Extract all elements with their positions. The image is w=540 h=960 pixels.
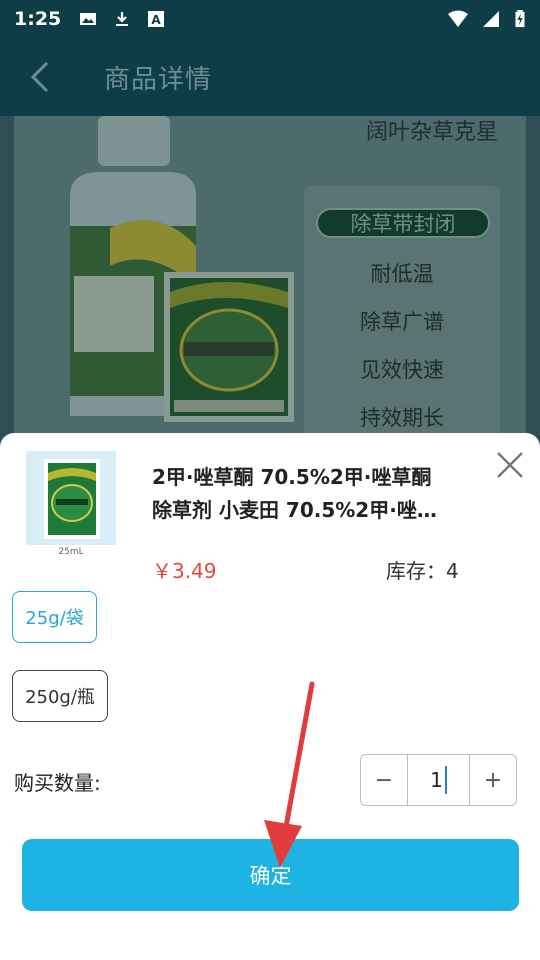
spec-option-250g[interactable]: 250g/瓶 [12,670,108,722]
feature-item: 耐低温 [370,262,434,286]
spec-selection-sheet: 25mL 2甲·唑草酮 70.5%2甲·唑草酮 除草剂 小麦田 70.5%2甲·… [0,433,540,960]
svg-text:A: A [152,13,162,27]
product-name: 2甲·唑草酮 70.5%2甲·唑草酮 除草剂 小麦田 70.5%2甲·唑… [152,461,472,527]
quantity-value: 1 [430,768,443,792]
feature-item: 持效期长 [360,406,444,430]
status-bar: 1:25 A [0,0,540,38]
hero-headline: 阔叶杂草克星 [365,120,498,145]
product-packet-image [164,272,294,422]
feature-item: 除草广谱 [360,310,444,334]
text-a-icon: A [148,11,165,27]
chevron-left-icon [30,61,49,93]
text-cursor [444,766,447,794]
thumbnail-caption: 25mL [26,545,116,559]
product-name-line: 2甲·唑草酮 70.5%2甲·唑草酮 [152,465,432,489]
product-thumbnail: 25mL [26,451,116,559]
product-price: ￥3.49 [152,559,217,583]
product-name-line: 除草剂 小麦田 70.5%2甲·唑… [152,498,437,522]
spec-option-25g[interactable]: 25g/袋 [12,591,97,643]
decrease-button[interactable]: − [361,755,407,805]
feature-panel: 除草带封闭 耐低温 除草广谱 见效快速 持效期长 [304,186,500,446]
close-icon [497,452,523,478]
wifi-icon [448,10,468,27]
image-icon [80,13,97,25]
stock-label: 库存： [386,559,446,583]
stock-value: 4 [446,559,459,583]
feature-tag: 除草带封闭 [316,208,490,238]
confirm-button[interactable]: 确定 [22,839,519,911]
back-button[interactable] [0,38,80,116]
quantity-stepper: − 1 + [360,754,517,806]
increase-button[interactable]: + [470,755,516,805]
download-icon [116,12,129,26]
product-hero-image: 阔叶杂草克星 除草带封闭 耐低温 除草广谱 见效快速 持效期长 [0,116,540,446]
page-title: 商品详情 [104,64,213,95]
close-button[interactable] [492,447,528,483]
app-bar: 商品详情 [0,38,540,116]
status-time: 1:25 [14,8,62,30]
battery-charging-icon [515,10,525,28]
product-thumbnail-image [44,459,100,539]
signal-icon [483,11,499,27]
stock-info: 库存：4 [386,555,459,584]
quantity-label: 购买数量: [14,771,101,795]
feature-item: 见效快速 [360,358,444,382]
quantity-input[interactable]: 1 [407,755,470,805]
